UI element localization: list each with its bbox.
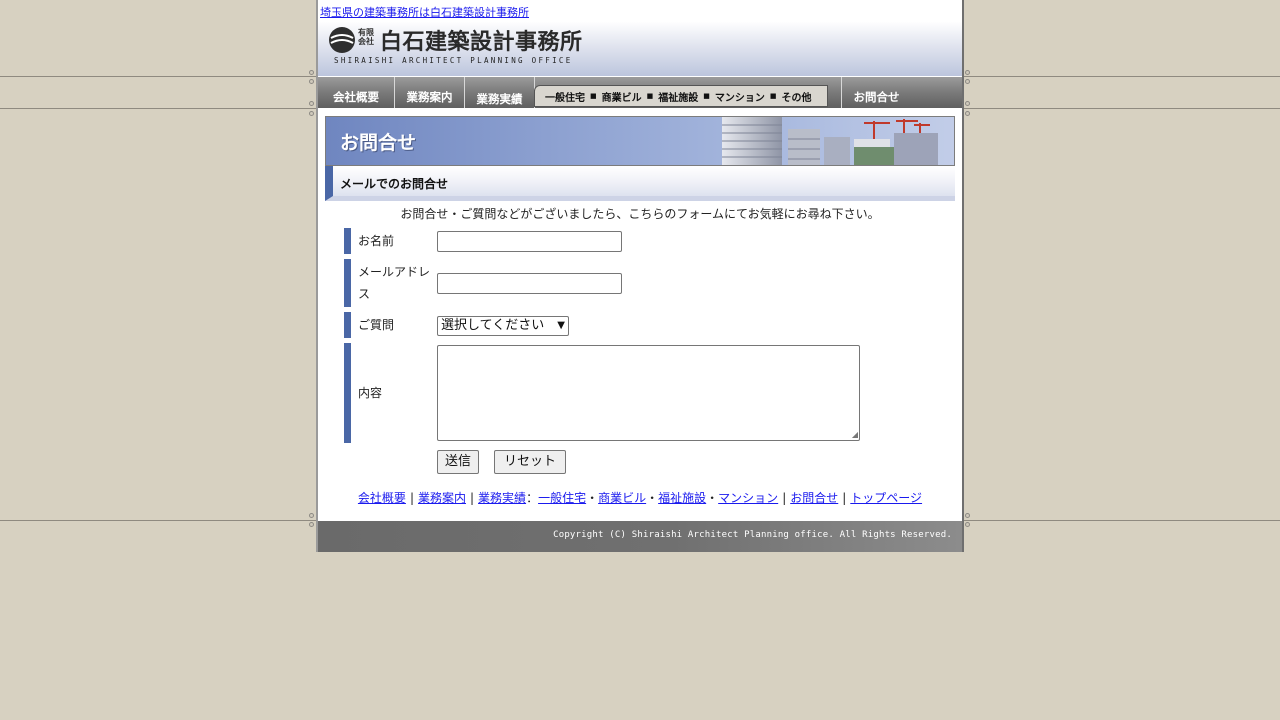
corner-ornament (309, 101, 314, 106)
corner-ornament (965, 79, 970, 84)
footer-dot: ・ (586, 491, 599, 505)
footer-link-welfare[interactable]: 福祉施設 (658, 491, 706, 505)
question-label: ご質問 (344, 312, 430, 338)
copyright-bar: Copyright (C) Shiraishi Architect Planni… (316, 521, 964, 552)
footer-link-commercial[interactable]: 商業ビル (598, 491, 646, 505)
content-textarea[interactable]: ◢ (437, 345, 860, 441)
footer-link-company[interactable]: 会社概要 (358, 491, 406, 505)
subnav-separator: ■ (590, 92, 597, 100)
footer-link-mansion[interactable]: マンション (718, 491, 778, 505)
logo-english-name: SHIRAISHI ARCHITECT PLANNING OFFICE (334, 56, 573, 65)
subnav-other[interactable]: その他 (782, 89, 812, 104)
corner-ornament (309, 513, 314, 518)
logo-name: 白石建築設計事務所 (380, 30, 583, 55)
footer-colon: ： (526, 491, 539, 505)
reset-button[interactable]: リセット (494, 450, 566, 474)
footer-dot: ・ (706, 491, 719, 505)
skyline-image (722, 117, 938, 165)
subnav-commercial[interactable]: 商業ビル (602, 89, 642, 104)
question-selected: 選択してください (441, 318, 545, 333)
content-label: 内容 (344, 343, 430, 443)
site-home-link[interactable]: 埼玉県の建築事務所は白石建築設計事務所 (320, 4, 529, 20)
main-nav: 会社概要 業務案内 業務実績 一般住宅 ■ 商業ビル ■ 福祉施設 ■ マンショ… (318, 77, 962, 108)
email-field[interactable] (437, 273, 622, 294)
footer-separator: | (409, 491, 414, 505)
section-heading: メールでのお問合せ (325, 166, 955, 201)
corner-ornament (965, 522, 970, 527)
site-header: 埼玉県の建築事務所は白石建築設計事務所 有限会社 白石建築設計事務所 SHIRA… (318, 0, 962, 76)
corner-ornament (965, 513, 970, 518)
submit-button[interactable]: 送信 (437, 450, 479, 474)
footer-link-house[interactable]: 一般住宅 (538, 491, 586, 505)
footer-dot: ・ (646, 491, 659, 505)
footer-separator: | (782, 491, 787, 505)
corner-ornament (309, 111, 314, 116)
corner-ornament (965, 101, 970, 106)
name-label: お名前 (344, 228, 430, 254)
copyright-text: Copyright (C) Shiraishi Architect Planni… (553, 530, 952, 540)
logo[interactable]: 有限会社 白石建築設計事務所 SHIRAISHI ARCHITECT PLANN… (328, 24, 582, 70)
chevron-down-icon: ▼ (557, 320, 565, 331)
email-label: メールアドレス (344, 259, 430, 307)
footer-separator: | (470, 491, 475, 505)
section-title: メールでのお問合せ (340, 177, 449, 191)
page-container: 埼玉県の建築事務所は白石建築設計事務所 有限会社 白石建築設計事務所 SHIRA… (316, 0, 964, 552)
nav-works[interactable]: 業務実績 (465, 77, 535, 108)
page-title-banner: お問合せ (325, 116, 955, 166)
corner-ornament (309, 70, 314, 75)
footer-link-contact[interactable]: お問合せ (790, 491, 838, 505)
subnav-separator: ■ (769, 92, 777, 100)
page-title: お問合せ (340, 132, 417, 154)
question-select[interactable]: 選択してください ▼ (437, 316, 569, 336)
subnav-house[interactable]: 一般住宅 (545, 89, 585, 104)
logo-mark-icon (329, 27, 355, 53)
subnav-separator: ■ (646, 92, 654, 100)
subnav-separator: ■ (703, 92, 710, 100)
footer-link-services[interactable]: 業務案内 (418, 491, 466, 505)
resize-grip-icon[interactable]: ◢ (852, 431, 858, 439)
footer-nav: 会社概要 | 業務案内 | 業務実績：一般住宅・商業ビル・福祉施設・マンション | お問合せ… (318, 489, 962, 506)
footer-link-top[interactable]: トップページ (850, 491, 922, 505)
subnav-welfare[interactable]: 福祉施設 (658, 89, 698, 104)
name-field[interactable] (437, 231, 622, 252)
footer-separator: | (842, 491, 847, 505)
corner-ornament (309, 522, 314, 527)
corner-ornament (965, 111, 970, 116)
footer-link-works[interactable]: 業務実績 (478, 491, 526, 505)
subnav-mansion[interactable]: マンション (715, 89, 765, 104)
logo-company-type: 有限会社 (358, 28, 374, 46)
works-subnav: 一般住宅 ■ 商業ビル ■ 福祉施設 ■ マンション ■ その他 (534, 85, 828, 107)
corner-ornament (309, 79, 314, 84)
nav-services[interactable]: 業務案内 (395, 77, 465, 108)
nav-company[interactable]: 会社概要 (318, 77, 395, 108)
nav-contact[interactable]: お問合せ (841, 77, 911, 108)
intro-text: お問合せ・ご質問などがございましたら、こちらのフォームにてお気軽にお尋ね下さい。 (400, 207, 880, 221)
corner-ornament (965, 70, 970, 75)
